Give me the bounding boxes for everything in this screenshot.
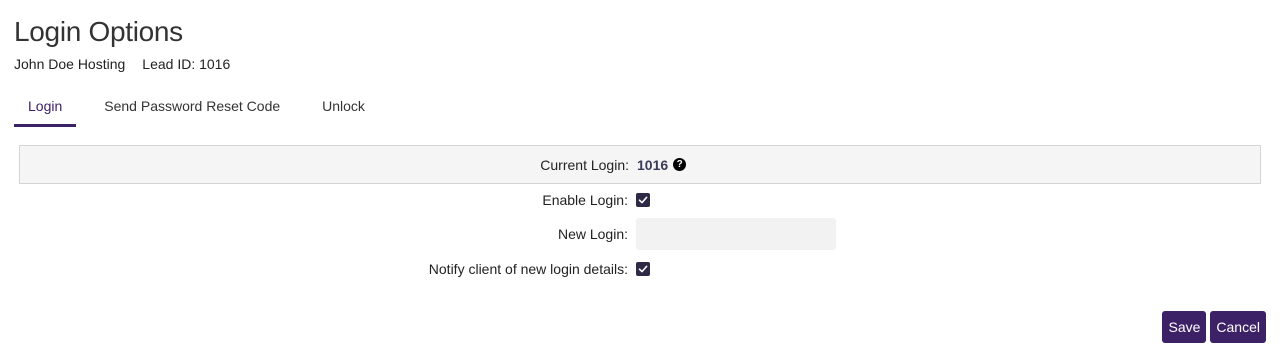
cancel-button[interactable]: Cancel bbox=[1210, 311, 1266, 343]
enable-login-row: Enable Login: bbox=[19, 184, 1261, 215]
page-subtitle: John Doe Hosting Lead ID: 1016 bbox=[14, 56, 230, 72]
save-button[interactable]: Save bbox=[1162, 311, 1207, 343]
current-login-value: 1016 bbox=[637, 156, 669, 173]
page-title: Login Options bbox=[14, 16, 183, 47]
notify-row: Notify client of new login details: bbox=[19, 253, 1261, 284]
current-login-value-group: 1016 ? bbox=[637, 156, 687, 173]
enable-login-label: Enable Login: bbox=[542, 191, 628, 208]
enable-login-value bbox=[636, 192, 650, 207]
tab-unlock[interactable]: Unlock bbox=[308, 88, 379, 127]
new-login-input[interactable] bbox=[636, 218, 836, 250]
new-login-label: New Login: bbox=[557, 226, 628, 242]
notify-value bbox=[636, 261, 650, 276]
tab-send-password-reset-code[interactable]: Send Password Reset Code bbox=[90, 88, 294, 127]
checkmark-icon bbox=[638, 196, 648, 203]
enable-login-checkbox[interactable] bbox=[636, 192, 650, 207]
checkmark-icon bbox=[638, 265, 648, 272]
login-form: Current Login: 1016 ? Enable Login: New … bbox=[19, 145, 1261, 284]
notify-label: Notify client of new login details: bbox=[428, 260, 628, 277]
form-actions: Save Cancel bbox=[1162, 311, 1266, 343]
lead-id: Lead ID: 1016 bbox=[142, 56, 231, 72]
new-login-value bbox=[636, 218, 836, 250]
new-login-row: New Login: bbox=[19, 215, 1261, 253]
tab-login[interactable]: Login bbox=[14, 88, 77, 127]
current-login-label: Current Login: bbox=[540, 156, 629, 173]
notify-checkbox[interactable] bbox=[636, 261, 650, 276]
client-name: John Doe Hosting bbox=[14, 56, 126, 72]
tab-bar: Login Send Password Reset Code Unlock bbox=[14, 88, 393, 127]
current-login-row: Current Login: 1016 ? bbox=[19, 145, 1261, 184]
help-icon[interactable]: ? bbox=[673, 158, 687, 171]
